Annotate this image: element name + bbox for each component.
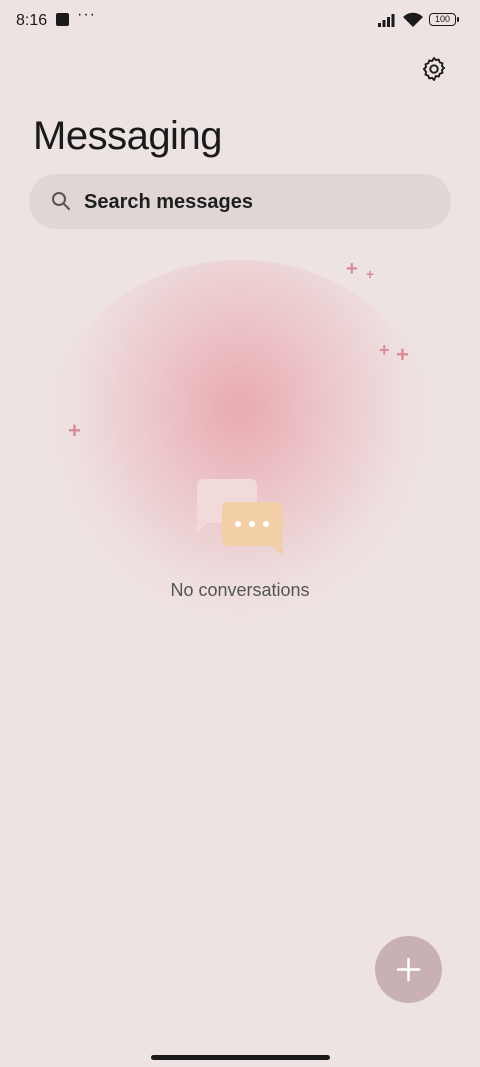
status-bar: 8:16 ··· 100	[0, 0, 480, 44]
signal-icon	[378, 14, 395, 27]
search-icon	[52, 192, 70, 210]
empty-state-message: No conversations	[170, 580, 310, 600]
notification-icon	[56, 13, 69, 26]
wifi-icon	[403, 12, 423, 27]
page-title: Messaging	[33, 114, 222, 158]
sparkle-icon: +	[379, 340, 390, 360]
sparkle-icon: +	[396, 342, 409, 367]
status-time: 8:16	[16, 12, 48, 29]
sparkle-icon: +	[346, 258, 358, 280]
dot	[235, 521, 241, 527]
search-placeholder: Search messages	[84, 191, 254, 213]
dot	[249, 521, 255, 527]
gear-icon[interactable]	[420, 55, 448, 83]
dot	[263, 521, 269, 527]
battery-icon: 100	[429, 13, 459, 26]
sparkle-icon: +	[68, 418, 81, 443]
chat-bubbles-icon	[222, 502, 283, 556]
search-bar[interactable]: Search messages	[29, 174, 451, 229]
background-glow	[40, 260, 440, 630]
new-conversation-button[interactable]	[375, 936, 442, 1003]
plus-icon	[396, 957, 421, 982]
more-notifications-icon: ···	[77, 6, 96, 23]
home-indicator[interactable]	[151, 1055, 330, 1060]
sparkle-icon: +	[366, 266, 375, 282]
